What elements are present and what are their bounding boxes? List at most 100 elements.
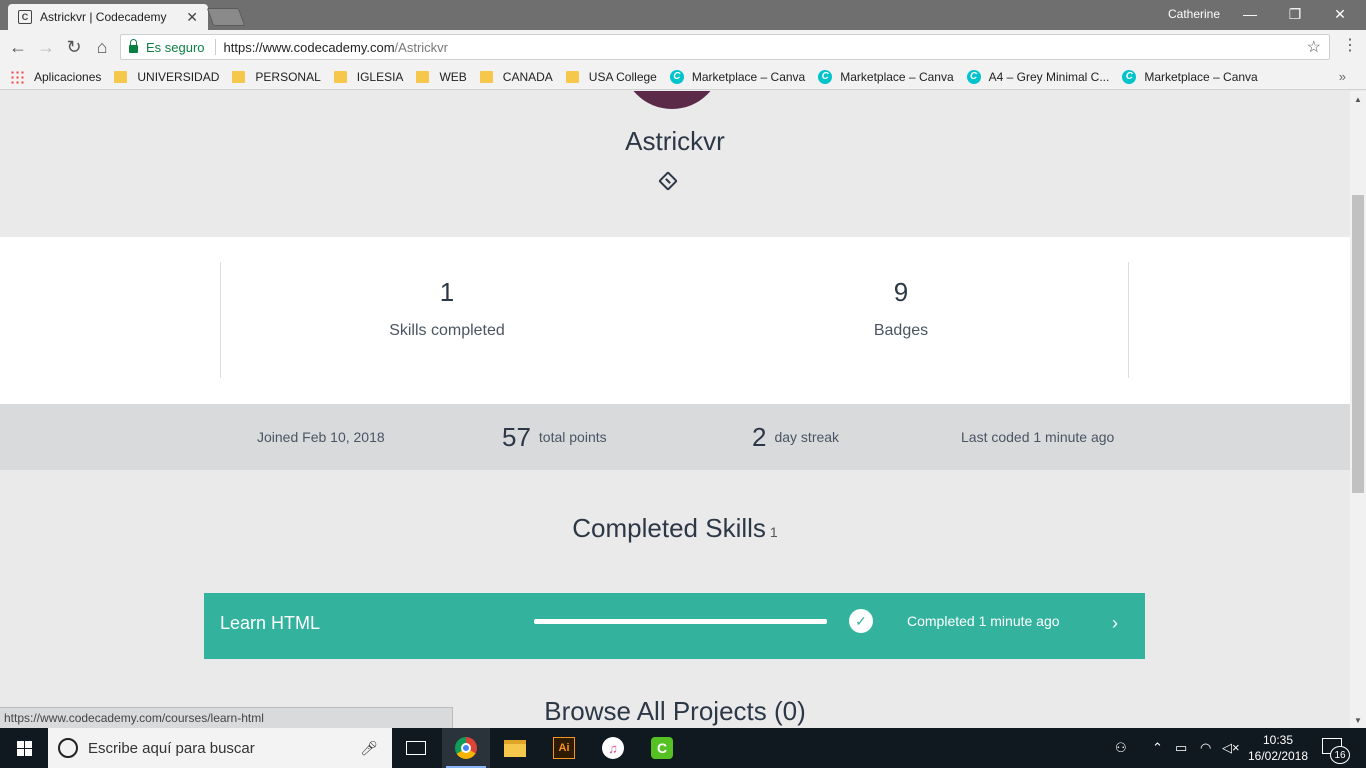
- checkmark-icon: ✓: [849, 609, 873, 633]
- folder-icon: [232, 70, 246, 83]
- task-view-button[interactable]: [392, 728, 440, 768]
- bookmark-folder[interactable]: IGLESIA: [333, 70, 403, 84]
- bookmark-label: USA College: [588, 69, 657, 84]
- folder-icon: [114, 70, 128, 83]
- lock-icon: [129, 39, 138, 53]
- taskbar-file-explorer[interactable]: [491, 728, 539, 768]
- minimize-button[interactable]: —: [1230, 3, 1270, 25]
- points-label: total points: [538, 429, 607, 445]
- last-coded-text: Last coded 1 minute ago: [961, 429, 1115, 445]
- people-icon[interactable]: ⚇: [1115, 728, 1127, 768]
- stat-label: Skills completed: [389, 322, 505, 339]
- joined-text: Joined Feb 10, 2018: [257, 429, 385, 445]
- close-window-button[interactable]: ✕: [1320, 3, 1360, 25]
- section-count: 1: [769, 524, 778, 540]
- browser-titlebar: C Astrickvr | Codecademy ✕ Catherine — ❐…: [0, 0, 1366, 30]
- bookmark-label: Aplicaciones: [34, 69, 102, 84]
- chevron-up-icon[interactable]: ⌃: [1152, 728, 1163, 768]
- tab-close-icon[interactable]: ✕: [186, 9, 198, 26]
- illustrator-icon: Ai: [553, 737, 575, 759]
- bookmark-label: WEB: [439, 69, 467, 84]
- home-button[interactable]: ⌂: [90, 35, 114, 59]
- battery-icon[interactable]: ▭: [1175, 728, 1187, 768]
- profile-name[interactable]: Catherine: [1168, 7, 1220, 21]
- page-content: Astrickvr 1 Skills completed 9 Badges Jo…: [0, 91, 1350, 728]
- browser-menu-icon[interactable]: ⋮: [1342, 35, 1358, 55]
- bookmark-label: Marketplace – Canva: [840, 69, 954, 84]
- scrollbar-thumb[interactable]: [1352, 195, 1364, 493]
- skill-progress-fill: [534, 619, 827, 624]
- streak-value: 2: [752, 421, 767, 452]
- chrome-icon: [455, 737, 477, 759]
- system-clock[interactable]: 10:35 16/02/2018: [1240, 732, 1316, 764]
- tab-title: Astrickvr | Codecademy: [40, 10, 167, 24]
- bookmarks-bar: Aplicaciones UNIVERSIDAD PERSONAL IGLESI…: [0, 64, 1366, 90]
- bookmark-apps[interactable]: Aplicaciones: [10, 69, 102, 84]
- canva-icon: C: [966, 69, 981, 84]
- volume-mute-icon[interactable]: ◁×: [1222, 728, 1240, 768]
- back-button[interactable]: ←: [6, 35, 30, 59]
- scroll-up-arrow-icon[interactable]: ▲: [1350, 91, 1366, 107]
- skill-card-learn-html[interactable]: Learn HTML ✓ Completed 1 minute ago ›: [204, 593, 1145, 659]
- address-bar[interactable]: Es seguro https://www.codecademy.com/Ast…: [120, 34, 1330, 60]
- skill-name: Learn HTML: [220, 613, 321, 633]
- windows-start-icon[interactable]: [0, 728, 48, 768]
- last-coded: Last coded 1 minute ago: [961, 404, 1114, 470]
- taskbar-itunes[interactable]: ♫: [589, 728, 637, 768]
- taskbar-illustrator[interactable]: Ai: [540, 728, 588, 768]
- chevron-right-icon[interactable]: ›: [1112, 613, 1118, 634]
- total-points: 57 total points: [502, 404, 607, 470]
- bookmark-folder[interactable]: PERSONAL: [232, 70, 321, 84]
- completed-skills-heading: Completed Skills 1: [0, 513, 1350, 544]
- omnibox-divider: [214, 39, 216, 55]
- link-icon[interactable]: [658, 171, 678, 191]
- itunes-icon: ♫: [602, 737, 624, 759]
- url-text[interactable]: https://www.codecademy.com/Astrickvr: [224, 40, 448, 55]
- notification-count: 16: [1330, 746, 1350, 764]
- microphone-icon[interactable]: 🎤︎: [360, 740, 378, 757]
- bookmark-canva[interactable]: C Marketplace – Canva: [669, 69, 806, 84]
- reload-button[interactable]: ↻: [62, 35, 86, 59]
- stat-value: 9: [893, 277, 909, 307]
- bookmark-canva[interactable]: C Marketplace – Canva: [1122, 69, 1258, 84]
- new-tab-button[interactable]: [206, 8, 246, 26]
- forward-button[interactable]: →: [34, 35, 58, 59]
- skill-status: Completed 1 minute ago: [907, 613, 1060, 629]
- clock-time: 10:35: [1262, 733, 1294, 747]
- bookmark-label: UNIVERSIDAD: [137, 69, 220, 84]
- codecademy-favicon-icon: C: [18, 10, 32, 24]
- taskbar-ccleaner[interactable]: C: [638, 728, 686, 768]
- bookmark-folder[interactable]: UNIVERSIDAD: [114, 70, 219, 84]
- points-value: 57: [502, 421, 531, 452]
- taskbar-chrome[interactable]: [442, 728, 490, 768]
- stats-divider: [1128, 262, 1129, 378]
- scroll-down-arrow-icon[interactable]: ▼: [1350, 712, 1366, 728]
- canva-icon: C: [1122, 69, 1137, 84]
- bookmark-folder[interactable]: WEB: [416, 69, 467, 84]
- apps-grid-icon: [10, 69, 24, 84]
- badges-stat: 9 Badges: [771, 277, 1031, 340]
- bookmark-label: CANADA: [502, 69, 553, 84]
- skills-completed-stat: 1 Skills completed: [317, 277, 577, 340]
- bookmark-label: Marketplace – Canva: [691, 69, 806, 84]
- streak-label: day streak: [774, 429, 840, 445]
- profile-username: Astrickvr: [625, 126, 725, 156]
- joined-date: Joined Feb 10, 2018: [257, 404, 385, 470]
- search-placeholder: Escribe aquí para buscar: [88, 739, 255, 757]
- folder-icon: [479, 70, 493, 83]
- taskbar-search[interactable]: Escribe aquí para buscar 🎤︎: [48, 728, 392, 768]
- more-bookmarks-icon[interactable]: »: [1339, 69, 1346, 84]
- stats-panel: 1 Skills completed 9 Badges: [0, 237, 1350, 404]
- wifi-icon[interactable]: ◠: [1200, 728, 1211, 768]
- browser-tab[interactable]: C Astrickvr | Codecademy ✕: [8, 4, 208, 30]
- page-scrollbar[interactable]: ▲ ▼: [1350, 91, 1366, 728]
- restore-button[interactable]: ❐: [1275, 3, 1315, 25]
- bookmark-folder[interactable]: USA College: [565, 69, 657, 84]
- bookmark-star-icon[interactable]: ☆: [1307, 37, 1321, 57]
- windows-taskbar: Escribe aquí para buscar 🎤︎ Ai ♫ C ⚇ ⌃ ▭…: [0, 728, 1366, 768]
- avatar: [622, 91, 722, 109]
- bookmark-canva[interactable]: C Marketplace – Canva: [818, 69, 954, 84]
- link-status-bar: https://www.codecademy.com/courses/learn…: [0, 707, 453, 728]
- bookmark-folder[interactable]: CANADA: [479, 69, 553, 84]
- bookmark-canva[interactable]: C A4 – Grey Minimal C...: [966, 69, 1109, 84]
